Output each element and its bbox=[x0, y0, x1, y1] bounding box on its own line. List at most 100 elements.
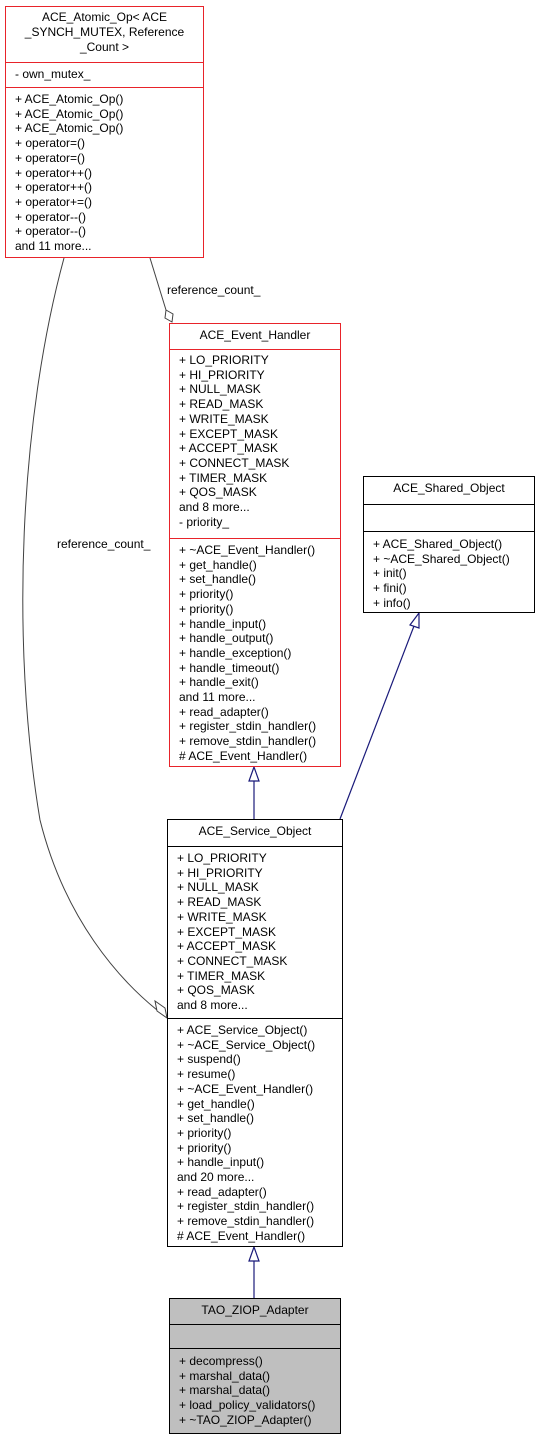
inheritance-edge-service-shared bbox=[339, 625, 415, 820]
class-member: + ACE_Atomic_Op() bbox=[15, 121, 124, 136]
methods-section: + ACE_Atomic_Op() + ACE_Atomic_Op() + ACE_… bbox=[6, 87, 203, 255]
class-title: ACE_Event_Handler bbox=[199, 328, 311, 342]
class-member: + READ_MASK bbox=[177, 895, 262, 910]
composition-edge-top bbox=[149, 257, 167, 311]
class-member: + EXCEPT_MASK bbox=[179, 426, 279, 441]
class-member: + ACE_Service_Object() bbox=[177, 1023, 308, 1037]
class-member: + marshal_data() bbox=[179, 1383, 271, 1398]
class-title: ACE_Atomic_Op< ACE _SYNCH_MUTEX, Referen… bbox=[6, 7, 203, 62]
class-member: + LO_PRIORITY bbox=[179, 353, 269, 367]
class-member: + info() bbox=[373, 595, 411, 610]
composition-diamond-left bbox=[154, 999, 168, 1020]
class-member: + ~ACE_Event_Handler() bbox=[179, 543, 316, 557]
class-member: + ACE_Atomic_Op() bbox=[15, 106, 124, 121]
class-member: + CONNECT_MASK bbox=[177, 953, 288, 968]
class-ace-event-handler[interactable]: ACE_Event_Handler + LO_PRIORITY + HI_PRIO… bbox=[169, 323, 341, 767]
class-member: + handle_exception() bbox=[179, 645, 292, 660]
class-member: + TIMER_MASK bbox=[177, 968, 266, 983]
class-member: + NULL_MASK bbox=[177, 880, 259, 895]
class-member: + fini() bbox=[373, 581, 407, 596]
class-member: + remove_stdin_handler() bbox=[177, 1214, 315, 1229]
class-title: ACE_Service_Object bbox=[198, 824, 312, 838]
class-member: + resume() bbox=[177, 1067, 236, 1082]
class-member: + EXCEPT_MASK bbox=[177, 924, 277, 939]
class-member: + CONNECT_MASK bbox=[179, 455, 290, 470]
class-member: + operator=() bbox=[15, 150, 86, 165]
edge-label-reference-count-left: reference_count_ bbox=[57, 537, 151, 551]
class-member: + handle_input() bbox=[179, 616, 267, 631]
class-member: + HI_PRIORITY bbox=[179, 367, 265, 382]
class-member: + handle_exit() bbox=[179, 675, 259, 690]
class-member: + HI_PRIORITY bbox=[177, 865, 263, 880]
class-member: # ACE_Event_Handler() bbox=[177, 1228, 306, 1243]
class-ace-atomic-op[interactable]: ACE_Atomic_Op< ACE _SYNCH_MUTEX, Referen… bbox=[5, 6, 204, 258]
class-member: + ACCEPT_MASK bbox=[179, 441, 279, 456]
attributes-section: + LO_PRIORITY + HI_PRIORITY + NULL_MASK + R… bbox=[170, 349, 340, 538]
class-member: + register_stdin_handler() bbox=[177, 1199, 315, 1214]
class-member: + load_policy_validators() bbox=[179, 1398, 316, 1413]
class-member: + WRITE_MASK bbox=[179, 411, 269, 426]
class-member: and 11 more... bbox=[179, 690, 256, 705]
class-member: - priority_ bbox=[179, 514, 230, 529]
composition-diamond-top bbox=[164, 309, 174, 323]
class-member: + handle_timeout() bbox=[179, 660, 280, 675]
class-member: + init() bbox=[373, 566, 407, 581]
class-member: + marshal_data() bbox=[179, 1368, 271, 1383]
attribute: - own_mutex_ bbox=[15, 67, 91, 81]
title-line: ACE_Atomic_Op< ACE bbox=[41, 10, 168, 24]
class-member: + ~ACE_Event_Handler() bbox=[177, 1081, 314, 1096]
class-member: and 8 more... bbox=[179, 500, 250, 515]
class-member: + priority() bbox=[179, 587, 234, 602]
composition-edge-left bbox=[22, 257, 158, 1011]
methods-section: + ACE_Shared_Object() + ~ACE_Shared_Objec… bbox=[364, 531, 534, 612]
class-member: + set_handle() bbox=[177, 1111, 255, 1126]
class-member: + suspend() bbox=[177, 1052, 241, 1067]
class-member: + ~TAO_ZIOP_Adapter() bbox=[179, 1412, 312, 1427]
class-member: + priority() bbox=[177, 1125, 232, 1140]
class-member: + ACCEPT_MASK bbox=[177, 939, 277, 954]
methods-section: + ~ACE_Event_Handler() + get_handle() + se… bbox=[170, 538, 340, 765]
class-member: + QOS_MASK bbox=[177, 983, 255, 998]
class-ace-shared-object[interactable]: ACE_Shared_Object + ACE_Shared_Object() +… bbox=[363, 476, 535, 613]
class-member: + TIMER_MASK bbox=[179, 470, 268, 485]
class-member: + handle_input() bbox=[177, 1155, 265, 1170]
attributes-section: - own_mutex_ bbox=[6, 62, 203, 87]
class-member: + register_stdin_handler() bbox=[179, 719, 317, 734]
class-member: + handle_output() bbox=[179, 631, 274, 646]
class-member: + get_handle() bbox=[179, 557, 257, 572]
class-member: + operator--() bbox=[15, 209, 87, 224]
class-member: + get_handle() bbox=[177, 1096, 255, 1111]
class-member: + ~ACE_Service_Object() bbox=[177, 1037, 316, 1052]
class-member: # ACE_Event_Handler() bbox=[179, 748, 308, 763]
attributes-section bbox=[364, 504, 534, 531]
class-title: TAO_ZIOP_Adapter bbox=[201, 1303, 309, 1317]
class-tao-ziop-adapter[interactable]: TAO_ZIOP_Adapter + decompress() + marshal… bbox=[169, 1298, 341, 1434]
class-member: + NULL_MASK bbox=[179, 382, 261, 397]
class-member: + ACE_Shared_Object() bbox=[373, 537, 503, 551]
title-line: _SYNCH_MUTEX, Reference bbox=[24, 25, 185, 39]
class-member: + read_adapter() bbox=[179, 704, 269, 719]
class-member: + operator+=() bbox=[15, 194, 93, 209]
edge-label-reference-count-top: reference_count_ bbox=[167, 283, 261, 297]
class-ace-service-object[interactable]: ACE_Service_Object + LO_PRIORITY + HI_PRI… bbox=[167, 819, 343, 1247]
class-member: + priority() bbox=[177, 1140, 232, 1155]
methods-section: + ACE_Service_Object() + ~ACE_Service_Obj… bbox=[168, 1018, 342, 1245]
inheritance-arrow-shared-object bbox=[409, 611, 420, 629]
class-title: ACE_Shared_Object bbox=[393, 481, 505, 495]
class-member: + LO_PRIORITY bbox=[177, 851, 267, 865]
class-member: + QOS_MASK bbox=[179, 485, 257, 500]
class-member: + ACE_Atomic_Op() bbox=[15, 92, 124, 106]
class-member: and 20 more... bbox=[177, 1170, 255, 1185]
inheritance-arrow-event-handler bbox=[248, 765, 260, 782]
class-member: + operator++() bbox=[15, 165, 93, 180]
title-line: _Count > bbox=[79, 40, 130, 54]
class-member: + decompress() bbox=[179, 1354, 263, 1368]
class-member: + remove_stdin_handler() bbox=[179, 734, 317, 749]
class-member: + ~ACE_Shared_Object() bbox=[373, 551, 510, 566]
class-member: + set_handle() bbox=[179, 572, 257, 587]
class-member: + read_adapter() bbox=[177, 1184, 267, 1199]
class-member: + READ_MASK bbox=[179, 397, 264, 412]
class-member: + operator++() bbox=[15, 180, 93, 195]
attributes-section: + LO_PRIORITY + HI_PRIORITY + NULL_MASK + R… bbox=[168, 846, 342, 1018]
class-member: + WRITE_MASK bbox=[177, 909, 267, 924]
